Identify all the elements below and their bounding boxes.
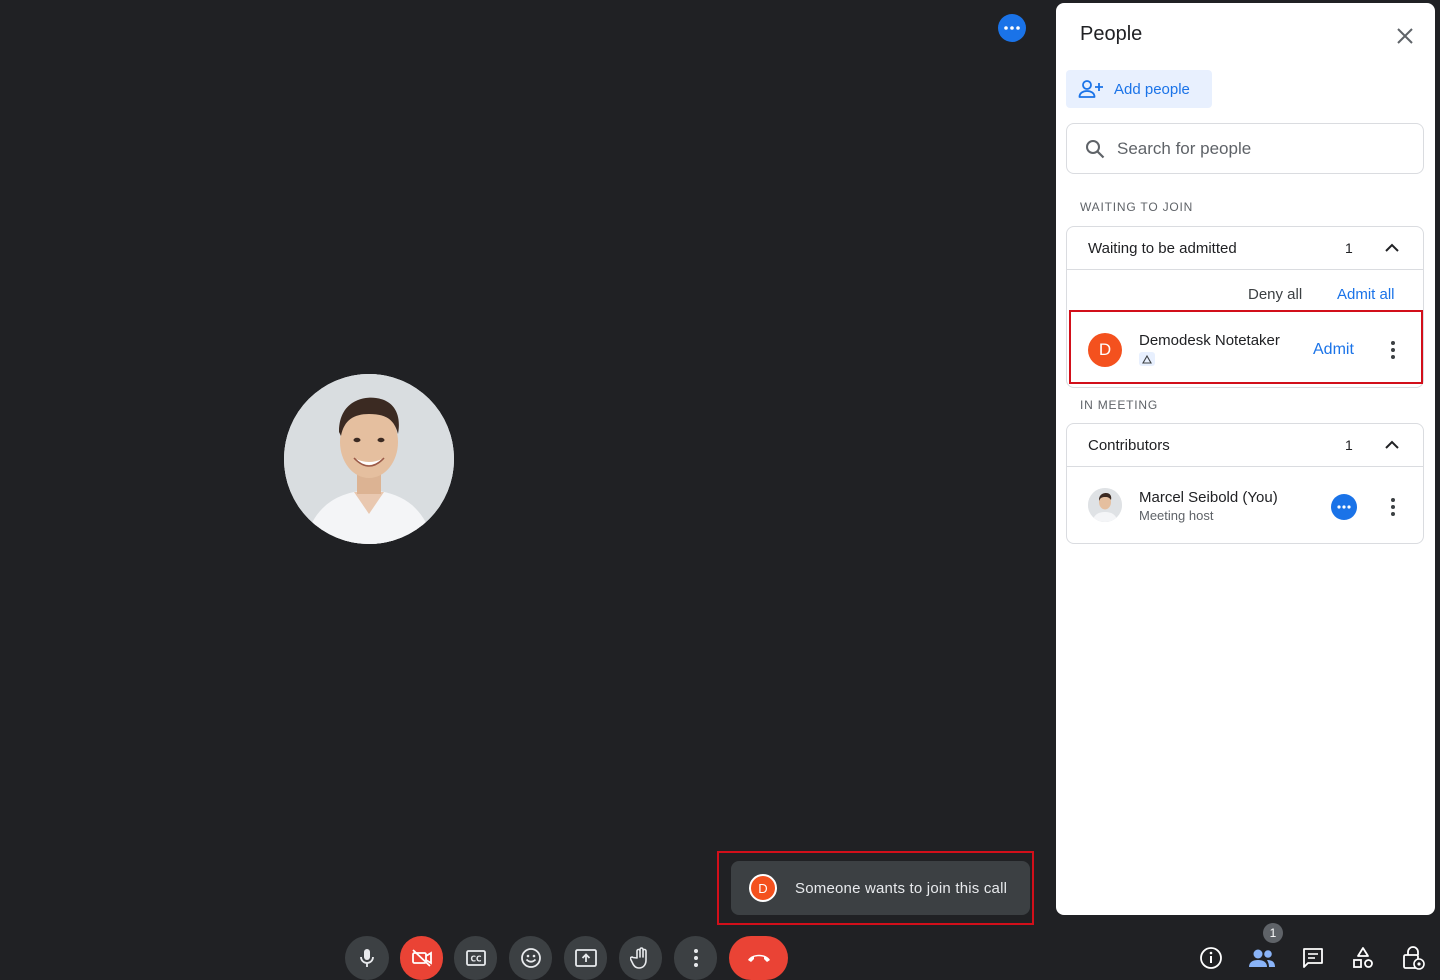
info-icon [1200,947,1222,969]
member-avatar [1088,488,1122,522]
more-icon[interactable] [1331,494,1357,520]
people-count-badge: 1 [1263,923,1283,943]
more-vert-icon [693,949,698,967]
raise-hand-button[interactable] [619,936,662,980]
video-stage [0,0,1050,980]
more-options-icon[interactable] [998,14,1026,42]
more-options-button[interactable] [674,936,717,980]
leave-call-button[interactable] [729,936,788,980]
search-placeholder: Search for people [1117,138,1252,158]
raise-hand-icon [629,947,647,969]
present-icon [574,949,597,967]
chevron-up-icon[interactable] [1383,239,1401,257]
toast-avatar: D [749,874,777,902]
present-button[interactable] [564,936,607,980]
add-people-button[interactable]: Add people [1066,70,1212,108]
camera-toggle-button[interactable] [400,936,443,980]
chevron-up-icon[interactable] [1383,436,1401,454]
member-more-button[interactable] [1383,495,1403,519]
microphone-icon [360,949,374,967]
contributors-group-count: 1 [1345,437,1353,453]
waiting-actions-row: Deny all Admit all [1067,270,1423,310]
search-icon [1086,139,1105,158]
captions-icon: CC [465,950,486,966]
waiting-group-title: Waiting to be admitted [1088,239,1237,257]
chat-button[interactable] [1298,938,1328,978]
meeting-section-label: IN MEETING [1080,398,1159,412]
svg-text:CC: CC [470,955,482,964]
member-name: Marcel Seibold (You) [1139,489,1278,506]
contributors-group: Contributors 1 Marcel Seibold (You) Meet… [1066,423,1424,544]
add-person-icon [1078,80,1103,98]
microphone-button[interactable] [345,936,389,980]
toast-message: Someone wants to join this call [795,879,1008,897]
more-vert-icon [1391,498,1395,516]
hang-up-icon [747,954,770,962]
close-icon [1397,28,1413,44]
participant-avatar [284,374,454,544]
camera-off-icon [411,949,432,967]
member-role: Meeting host [1139,508,1214,523]
deny-all-button[interactable]: Deny all [1248,286,1302,303]
activities-button[interactable] [1348,938,1378,978]
meeting-details-button[interactable] [1196,938,1226,978]
join-request-toast[interactable]: D Someone wants to join this call [731,861,1030,915]
host-controls-icon [1403,946,1425,970]
captions-button[interactable]: CC [454,936,497,980]
chat-icon [1303,948,1323,968]
contributors-group-title: Contributors [1088,436,1170,454]
reactions-button[interactable] [509,936,552,980]
waiting-group-header[interactable]: Waiting to be admitted 1 [1067,227,1423,270]
admit-all-button[interactable]: Admit all [1337,286,1395,303]
close-panel-button[interactable] [1392,23,1418,49]
contributors-group-header[interactable]: Contributors 1 [1067,424,1423,467]
add-people-label: Add people [1114,80,1190,98]
waiting-person-highlight-frame [1069,310,1423,384]
waiting-section-label: WAITING TO JOIN [1080,200,1194,214]
people-button[interactable] [1246,938,1278,978]
emoji-icon [520,948,541,968]
panel-title: People [1080,23,1143,45]
waiting-group-count: 1 [1345,240,1353,256]
people-panel: People Add people Search for people WAIT… [1056,3,1435,915]
member-row: Marcel Seibold (You) Meeting host [1067,467,1423,543]
search-people-field[interactable]: Search for people [1066,123,1424,174]
people-icon [1249,949,1275,967]
host-controls-button[interactable] [1398,938,1428,978]
activities-icon [1353,947,1373,968]
